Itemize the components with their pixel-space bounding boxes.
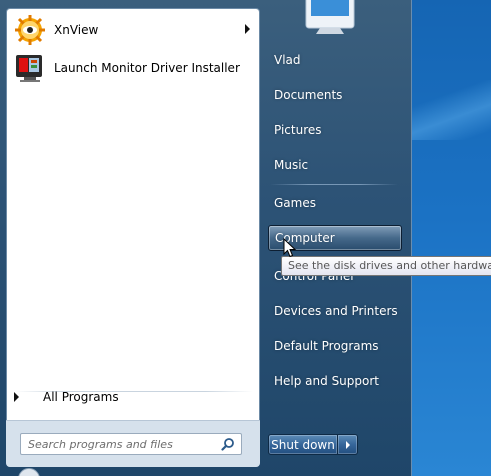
menu-item-user[interactable]: Vlad	[268, 47, 402, 73]
menu-item-label: Devices and Printers	[274, 304, 398, 318]
menu-item-help-support[interactable]: Help and Support	[268, 368, 402, 394]
menu-item-label: Games	[274, 196, 316, 210]
menu-item-label: Help and Support	[274, 374, 379, 388]
all-programs-label: All Programs	[43, 390, 119, 404]
shutdown-button[interactable]: Shut down	[268, 434, 338, 455]
menu-item-label: Vlad	[274, 53, 301, 67]
menu-item-documents[interactable]: Documents	[268, 82, 402, 108]
chevron-right-icon	[345, 440, 350, 449]
separator	[270, 184, 398, 185]
expand-arrow-icon	[14, 392, 19, 402]
all-programs-button[interactable]: All Programs	[10, 385, 248, 409]
shutdown-group: Shut down	[268, 434, 358, 455]
program-item-xnview[interactable]: XnView	[12, 11, 256, 49]
search-area	[6, 420, 260, 467]
search-box[interactable]	[20, 433, 242, 455]
desktop-background	[412, 80, 491, 140]
menu-item-pictures[interactable]: Pictures	[268, 117, 402, 143]
menu-item-default-programs[interactable]: Default Programs	[268, 333, 402, 359]
menu-item-label: Documents	[274, 88, 343, 102]
menu-item-devices-printers[interactable]: Devices and Printers	[268, 298, 402, 324]
user-picture-icon[interactable]	[300, 0, 360, 34]
tooltip: See the disk drives and other hardware	[281, 256, 491, 276]
submenu-arrow-icon[interactable]	[245, 24, 250, 34]
program-item-monitor-driver[interactable]: Launch Monitor Driver Installer	[12, 49, 256, 87]
menu-item-music[interactable]: Music	[268, 152, 402, 178]
menu-item-label: Pictures	[274, 123, 322, 137]
menu-item-label: Default Programs	[274, 339, 379, 353]
xnview-icon	[15, 15, 45, 45]
menu-item-games[interactable]: Games	[268, 190, 402, 216]
program-label: XnView	[54, 23, 99, 37]
monitor-driver-icon	[16, 55, 42, 82]
menu-item-label: Music	[274, 158, 309, 172]
program-label: Launch Monitor Driver Installer	[54, 61, 240, 75]
search-icon[interactable]	[221, 437, 235, 451]
shutdown-options-button[interactable]	[338, 434, 358, 455]
mouse-cursor-icon	[283, 238, 297, 258]
search-input[interactable]	[28, 437, 218, 451]
